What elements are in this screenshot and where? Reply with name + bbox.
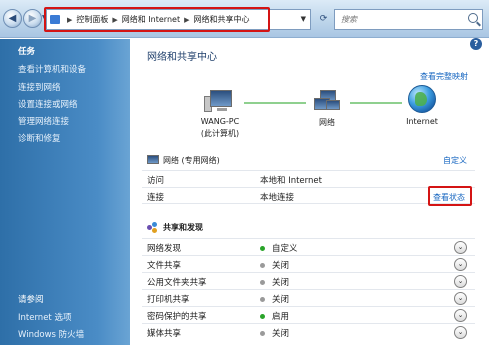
connection-line (244, 102, 306, 104)
status-on-icon (260, 246, 265, 251)
computer-name-label: WANG-PC (200, 117, 240, 126)
setting-name: 网络发现 (147, 244, 182, 254)
expand-chevron-icon[interactable]: ⌄ (454, 309, 467, 322)
list-item: 密码保护的共享 启用 ⌄ (142, 306, 475, 323)
setting-value: 关闭 (272, 261, 290, 271)
network-status-icon (147, 155, 159, 164)
sidebar-item-view-computers[interactable]: 查看计算机和设备 (18, 63, 86, 75)
address-dropdown-icon[interactable]: ▼ (301, 15, 306, 23)
sidebar-item-manage-connections[interactable]: 管理网络连接 (18, 115, 69, 127)
setting-name: 文件共享 (147, 261, 182, 271)
expand-chevron-icon[interactable]: ⌄ (454, 292, 467, 305)
table-row: 访问 本地和 Internet (142, 170, 475, 187)
sharing-section-title: 共享和发现 (163, 223, 203, 232)
search-icon[interactable] (468, 13, 478, 23)
address-highlight-box (44, 7, 270, 32)
computer-icon (204, 90, 234, 114)
help-button[interactable]: ? (470, 38, 482, 50)
table-row: 连接 本地连接 (142, 187, 475, 204)
back-arrow-icon: ◀ (8, 13, 17, 24)
list-item: 文件共享 关闭 ⌄ (142, 255, 475, 272)
page-title: 网络和共享中心 (147, 52, 217, 63)
expand-chevron-icon[interactable]: ⌄ (454, 258, 467, 271)
connection-line (350, 102, 402, 104)
row-value: 本地连接 (260, 193, 295, 203)
back-button[interactable]: ◀ (3, 9, 22, 28)
view-status-highlight-box (428, 186, 472, 206)
sidebar-item-connect-network[interactable]: 连接到网络 (18, 81, 61, 93)
refresh-icon: ⟳ (319, 14, 328, 24)
expand-chevron-icon[interactable]: ⌄ (454, 275, 467, 288)
list-item: 网络发现 自定义 ⌄ (142, 238, 475, 255)
sidebar-item-internet-options[interactable]: Internet 选项 (18, 311, 71, 323)
forward-arrow-icon: ▶ (28, 13, 37, 24)
expand-chevron-icon[interactable]: ⌄ (454, 241, 467, 254)
list-item: 打印机共享 关闭 ⌄ (142, 289, 475, 306)
status-off-icon (260, 263, 265, 268)
sidebar-tasks-heading: 任务 (18, 47, 36, 57)
customize-link[interactable]: 自定义 (443, 155, 467, 166)
setting-value: 关闭 (272, 329, 290, 339)
row-key: 访问 (147, 176, 165, 186)
list-item: 公用文件夹共享 关闭 ⌄ (142, 272, 475, 289)
list-item: 媒体共享 关闭 ⌄ (142, 323, 475, 340)
network-icon[interactable] (312, 90, 342, 114)
setting-value: 关闭 (272, 278, 290, 288)
row-value: 本地和 Internet (260, 176, 322, 186)
setting-name: 公用文件夹共享 (147, 278, 207, 288)
computer-sub-label: (此计算机) (200, 129, 240, 138)
refresh-button[interactable]: ⟳ (315, 10, 332, 29)
sidebar-item-setup-connection[interactable]: 设置连接或网络 (18, 98, 78, 110)
sidebar-see-also-heading: 请参阅 (18, 295, 44, 305)
setting-name: 媒体共享 (147, 329, 182, 339)
setting-value: 关闭 (272, 295, 290, 305)
status-off-icon (260, 331, 265, 336)
navigation-bar: ◀ ▶ ▼ ▶ 控制面板 ▶ 网络和 Internet ▶ 网络和共享中心 ▼ … (0, 0, 489, 38)
search-input[interactable] (341, 15, 461, 24)
setting-value: 启用 (272, 312, 290, 322)
sidebar-item-diagnose-repair[interactable]: 诊断和修复 (18, 132, 61, 144)
setting-name: 打印机共享 (147, 295, 190, 305)
network-label: 网络 (319, 118, 335, 127)
row-key: 连接 (147, 193, 165, 203)
sharing-icon (147, 222, 158, 233)
forward-button[interactable]: ▶ (23, 9, 42, 28)
setting-value: 自定义 (272, 244, 298, 254)
status-off-icon (260, 297, 265, 302)
status-off-icon (260, 280, 265, 285)
internet-globe-icon[interactable] (408, 85, 436, 113)
network-map: WANG-PC (此计算机) 网络 Internet (140, 78, 470, 144)
expand-chevron-icon[interactable]: ⌄ (454, 326, 467, 339)
status-on-icon (260, 314, 265, 319)
internet-label: Internet (406, 117, 438, 126)
sidebar-item-windows-firewall[interactable]: Windows 防火墙 (18, 328, 84, 340)
setting-name: 密码保护的共享 (147, 312, 207, 322)
network-section-title: 网络 (专用网络) (163, 156, 220, 165)
search-box[interactable] (334, 9, 483, 30)
